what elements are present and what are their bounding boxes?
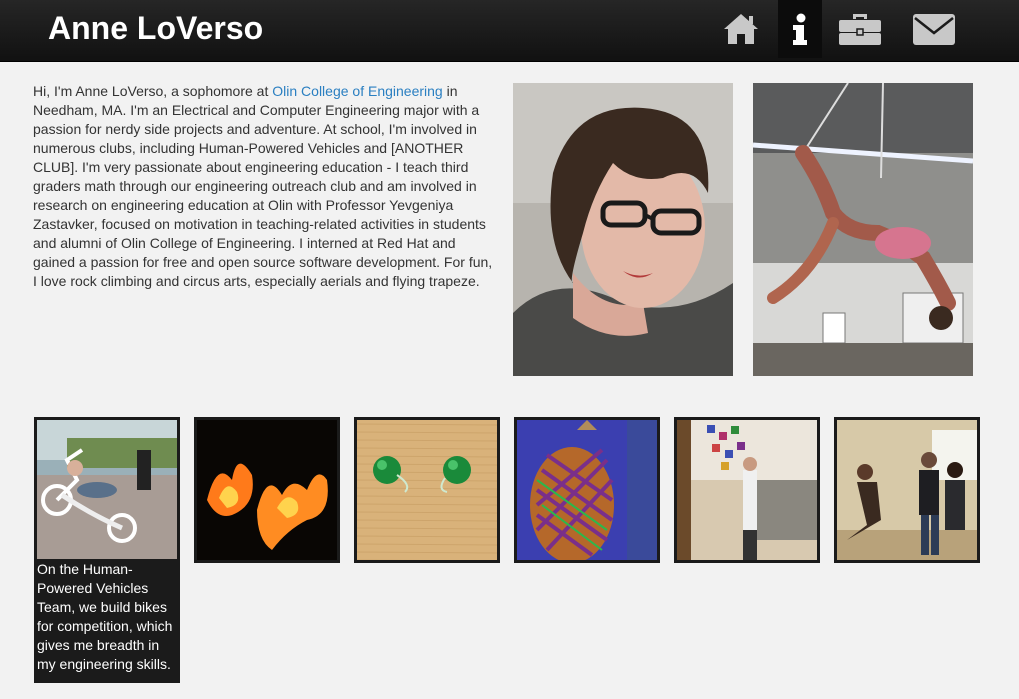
- gallery-caption: On the Human-Powered Vehicles Team, we b…: [34, 559, 180, 683]
- aerial-silks-photo: [753, 83, 973, 376]
- nav-contact[interactable]: [912, 0, 956, 58]
- briefcase-icon: [839, 14, 881, 45]
- bio-intro: Hi, I'm Anne LoVerso, a sophomore at: [33, 83, 273, 99]
- bio-body: in Needham, MA. I'm an Electrical and Co…: [33, 83, 493, 289]
- brand-title[interactable]: Anne LoVerso: [48, 10, 263, 46]
- navbar: Anne LoVerso: [0, 0, 1019, 62]
- gallery-thumb-sticky-notes-wall[interactable]: [674, 417, 820, 563]
- home-icon: [724, 14, 758, 44]
- envelope-icon: [913, 14, 955, 45]
- gallery-thumb-woven-pineapple[interactable]: [514, 417, 660, 563]
- nav-home[interactable]: [719, 0, 763, 58]
- gallery-thumb-fire[interactable]: [194, 417, 340, 563]
- olin-college-link[interactable]: Olin College of Engineering: [272, 83, 442, 99]
- info-icon: [793, 13, 807, 45]
- gallery-thumb-hpv-bike[interactable]: [34, 417, 180, 563]
- nav-about[interactable]: [778, 0, 822, 58]
- gallery-thumb-green-earrings[interactable]: [354, 417, 500, 563]
- gallery-thumb-dancing[interactable]: [834, 417, 980, 563]
- nav-portfolio[interactable]: [838, 0, 882, 58]
- bio-paragraph: Hi, I'm Anne LoVerso, a sophomore at Oli…: [33, 82, 493, 291]
- portrait-photo: [513, 83, 733, 376]
